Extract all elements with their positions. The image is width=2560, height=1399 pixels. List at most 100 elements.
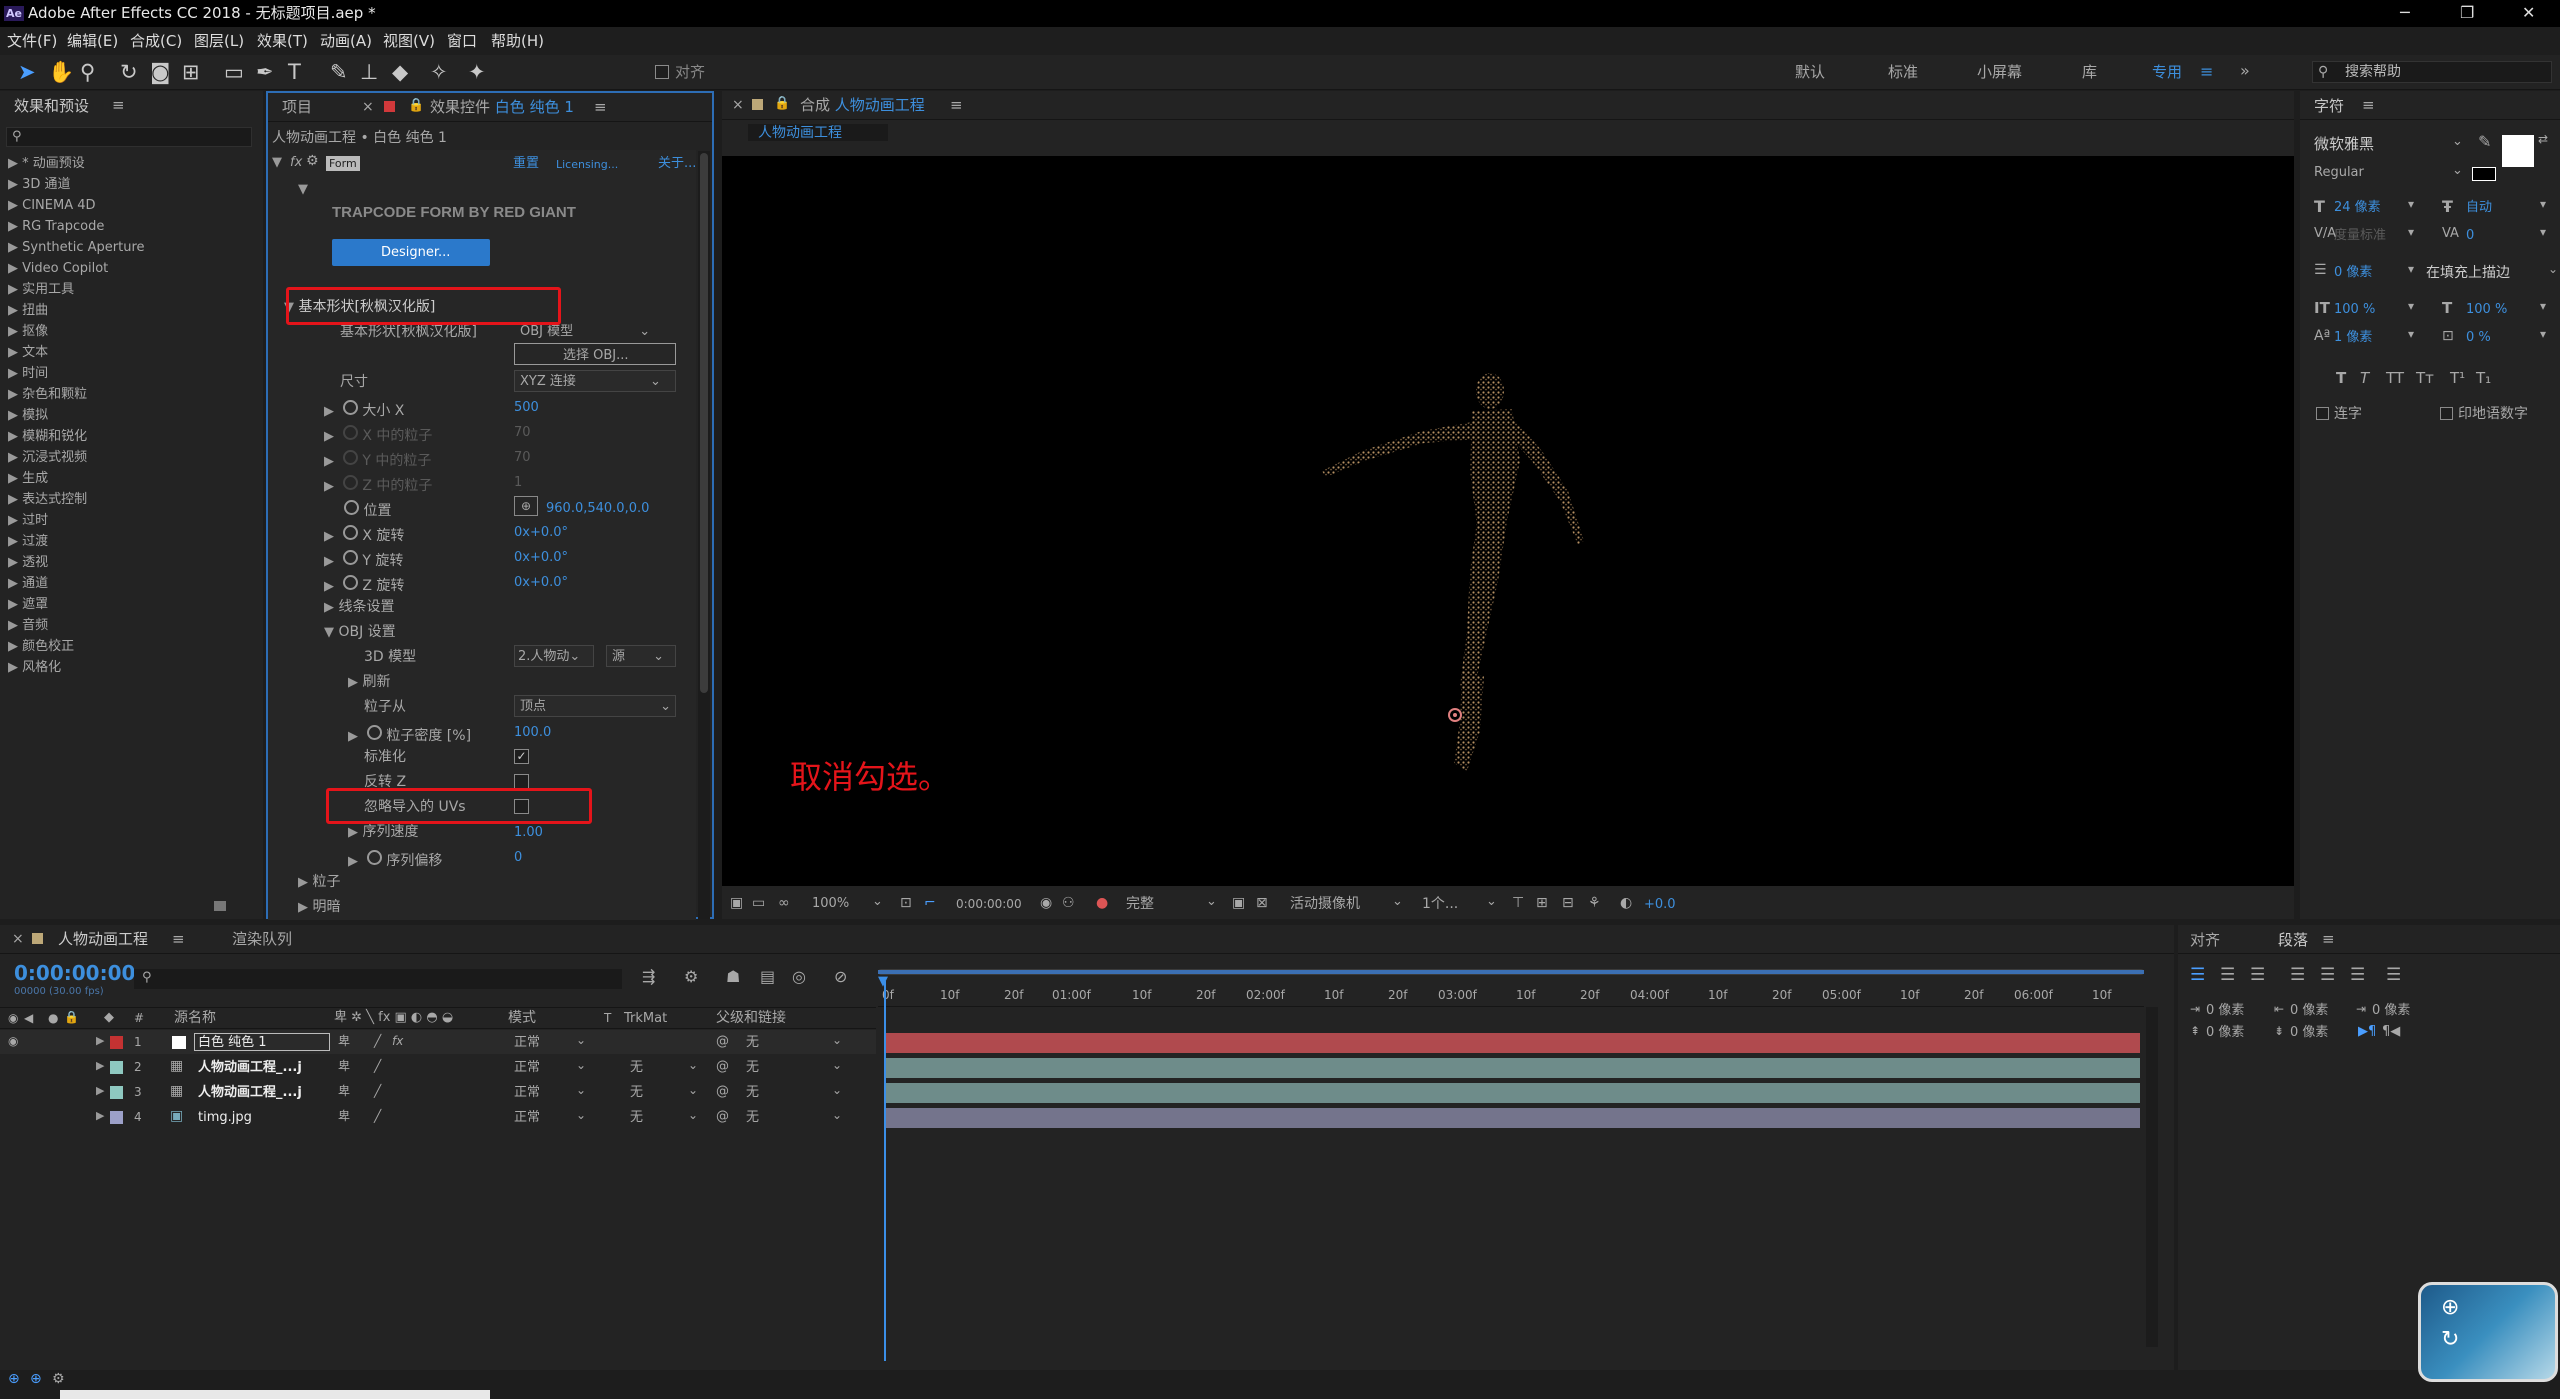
color-channels-icon[interactable]: ● xyxy=(1096,896,1108,910)
panel-menu-icon[interactable]: ≡ xyxy=(112,98,125,113)
comp-timecode[interactable]: 0:00:00:00 xyxy=(956,898,1022,910)
effects-category[interactable]: ▶ 文本 xyxy=(8,346,48,359)
close-icon[interactable]: ✕ xyxy=(2522,5,2535,21)
exposure-icon[interactable]: ◐ xyxy=(1620,896,1632,910)
layer-name[interactable]: 人物动画工程_...j xyxy=(198,1086,302,1099)
chevron-down-icon[interactable]: ⌄ xyxy=(2452,135,2463,148)
space-after-value[interactable]: 0 像素 xyxy=(2290,1026,2328,1039)
show-snapshot-icon[interactable]: ⚇ xyxy=(1062,896,1075,910)
chevron-down-icon[interactable]: ⌄ xyxy=(1486,895,1497,908)
timeline-timecode[interactable]: 0:00:00:00 xyxy=(14,963,135,983)
quality-switch-icon[interactable]: ╱ xyxy=(374,1035,381,1047)
playhead-icon[interactable]: ▼ xyxy=(878,975,888,988)
effects-category[interactable]: ▶ 表达式控制 xyxy=(8,493,87,506)
menu-view[interactable]: 视图(V) xyxy=(383,34,435,49)
chevron-down-icon[interactable]: ⌄ xyxy=(1206,895,1217,908)
menu-file[interactable]: 文件(F) xyxy=(7,34,57,49)
kerning-value[interactable]: 度量标准 xyxy=(2334,229,2386,242)
layer-name[interactable]: 白色 纯色 1 xyxy=(198,1036,267,1049)
layer-bar[interactable] xyxy=(884,1083,2140,1103)
workspace-default[interactable]: 默认 xyxy=(1795,65,1825,80)
indent-right-value[interactable]: 0 像素 xyxy=(2290,1004,2328,1017)
minimize-icon[interactable]: ─ xyxy=(2400,5,2410,21)
menu-window[interactable]: 窗口 xyxy=(447,34,477,49)
frame-blending-icon[interactable]: ▤ xyxy=(760,969,775,985)
channel-icon[interactable]: ∞ xyxy=(778,896,790,910)
tracking-value[interactable]: 0 xyxy=(2466,229,2474,242)
brush-tool-icon[interactable]: ✎ xyxy=(330,62,348,83)
quality-switch-icon[interactable]: ╱ xyxy=(374,1085,381,1097)
zoom-dropdown[interactable]: 100% xyxy=(812,897,849,910)
camera-dropdown[interactable]: 活动摄像机 xyxy=(1290,897,1360,911)
menu-help[interactable]: 帮助(H) xyxy=(491,34,544,49)
effect-options-toggle[interactable]: ▼ xyxy=(298,183,308,196)
layer-bar[interactable] xyxy=(884,1033,2140,1053)
layer-trkmat[interactable]: 无 xyxy=(630,1061,643,1074)
effect-expand-toggle[interactable]: ▼ xyxy=(272,156,282,169)
tsume-value[interactable]: 0 % xyxy=(2466,331,2491,344)
chevron-down-icon[interactable]: ⌄ xyxy=(576,1084,586,1096)
tab-effect-controls[interactable]: 效果控件 白色 纯色 1 xyxy=(430,100,574,115)
faux-bold-button[interactable]: T xyxy=(2336,371,2346,386)
chevron-down-icon[interactable]: ⌄ xyxy=(576,1059,586,1071)
particle-group[interactable]: ▶ 粒子 xyxy=(298,875,340,889)
effects-category[interactable]: ▶ 过渡 xyxy=(8,535,48,548)
effects-category[interactable]: ▶ 杂色和颗粒 xyxy=(8,388,87,401)
chevron-down-icon[interactable]: ▾ xyxy=(2408,226,2414,238)
panel-menu-icon[interactable]: ≡ xyxy=(594,100,607,115)
menu-composition[interactable]: 合成(C) xyxy=(130,34,182,49)
layer-mode[interactable]: 正常 xyxy=(514,1086,540,1099)
time-ruler[interactable]: 0f 10f 20f 01:00f 10f 20f 02:00f 10f 20f… xyxy=(878,977,2144,1007)
expand-icon[interactable]: ▶ xyxy=(96,1035,104,1046)
rotate-y-value[interactable]: 0x+0.0° xyxy=(514,551,568,564)
layer-parent[interactable]: 无 xyxy=(746,1061,759,1074)
size-x-row[interactable]: ▶ 大小 X xyxy=(324,400,404,418)
help-search-input[interactable]: 搜索帮助 xyxy=(2345,65,2401,79)
font-style-dropdown[interactable]: Regular xyxy=(2314,166,2364,179)
stroke-mode-dropdown[interactable]: 在填充上描边 xyxy=(2426,266,2510,280)
string-settings-group[interactable]: ▶ 线条设置 xyxy=(324,600,394,614)
density-row[interactable]: ▶ 粒子密度 [%] xyxy=(348,725,471,743)
layer-label-color[interactable] xyxy=(110,1086,123,1099)
roto-brush-tool-icon[interactable]: ✧ xyxy=(430,62,448,83)
flowchart-icon[interactable]: ⊟ xyxy=(1562,896,1574,910)
pick-whip-icon[interactable]: @ xyxy=(716,1035,729,1048)
baseline-shift-value[interactable]: 1 像素 xyxy=(2334,331,2372,344)
layer-parent[interactable]: 无 xyxy=(746,1086,759,1099)
stroke-color-swatch[interactable] xyxy=(2472,167,2496,181)
chevron-down-icon[interactable]: ▾ xyxy=(2540,198,2546,210)
scrollbar-thumb[interactable] xyxy=(700,153,708,693)
type-tool-icon[interactable]: T xyxy=(288,62,301,83)
fx-toggle-icon[interactable]: fx xyxy=(290,156,302,169)
workspace-small-screen[interactable]: 小屏幕 xyxy=(1977,65,2022,80)
chevron-down-icon[interactable]: ⌄ xyxy=(832,1109,842,1121)
fx-switch-icon[interactable]: fx xyxy=(392,1035,403,1047)
maximize-icon[interactable]: ❐ xyxy=(2460,5,2474,21)
layer-label-color[interactable] xyxy=(110,1111,123,1124)
sequence-speed-row[interactable]: ▶ 序列速度 xyxy=(348,825,418,839)
effects-category[interactable]: ▶ 沉浸式视频 xyxy=(8,451,87,464)
selection-tool-icon[interactable]: ➤ xyxy=(18,62,36,83)
chevron-down-icon[interactable]: ⌄ xyxy=(872,895,883,908)
chevron-down-icon[interactable]: ▾ xyxy=(2408,263,2414,275)
effects-category[interactable]: ▶ 风格化 xyxy=(8,661,61,674)
effects-category[interactable]: ▶ 音频 xyxy=(8,619,48,632)
layer-trkmat[interactable]: 无 xyxy=(630,1111,643,1124)
panel-menu-icon[interactable]: ≡ xyxy=(2322,932,2335,947)
hindi-digits-checkbox[interactable] xyxy=(2440,407,2453,420)
effects-category[interactable]: ▶ 过时 xyxy=(8,514,48,527)
composition-mini-flowchart-icon[interactable]: ⇶ xyxy=(642,969,655,985)
lock-icon[interactable]: 🔒 xyxy=(408,99,424,112)
rotate-z-row[interactable]: ▶ Z 旋转 xyxy=(324,575,404,593)
font-family-dropdown[interactable]: 微软雅黑 xyxy=(2314,137,2374,152)
graph-editor-icon[interactable]: ⊘ xyxy=(834,969,847,985)
workspace-overflow-icon[interactable]: » xyxy=(2240,63,2250,79)
col-source-name[interactable]: 源名称 xyxy=(174,1011,216,1025)
chevron-down-icon[interactable]: ⌄ xyxy=(832,1059,842,1071)
superscript-button[interactable]: T¹ xyxy=(2450,371,2465,386)
chevron-down-icon[interactable]: ▾ xyxy=(2540,226,2546,238)
pen-tool-icon[interactable]: ✒ xyxy=(256,62,274,83)
snapshot-icon[interactable]: ◉ xyxy=(1040,896,1052,910)
transparency-grid-icon[interactable]: ⊠ xyxy=(1256,896,1268,910)
horizontal-scale-value[interactable]: 100 % xyxy=(2466,303,2507,316)
